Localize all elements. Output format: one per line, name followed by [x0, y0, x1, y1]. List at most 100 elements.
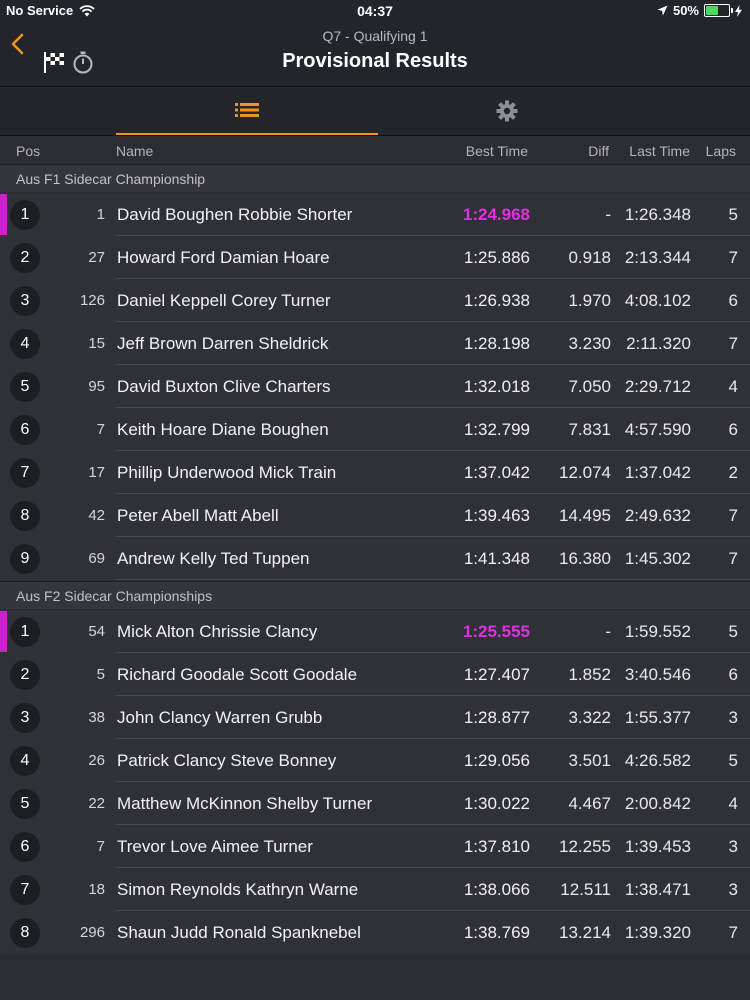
best-time: 1:28.198 [463, 334, 530, 353]
best-time: 1:26.938 [463, 291, 530, 310]
footer-area [0, 953, 750, 1000]
rider-names: David Boughen Robbie Shorter [117, 205, 353, 224]
result-row[interactable]: 5 95 David Buxton Clive Charters 1:32.018 7.… [0, 365, 750, 408]
car-number: 126 [79, 292, 105, 309]
result-row[interactable]: 2 27 Howard Ford Damian Hoare 1:25.886 0.918… [0, 236, 750, 279]
result-row[interactable]: 8 296 Shaun Judd Ronald Spanknebel 1:38.769… [0, 911, 750, 954]
lap-count: 6 [728, 291, 738, 310]
car-number: 18 [88, 881, 105, 898]
position-badge: 1 [10, 617, 40, 647]
session-subtitle: Q7 - Qualifying 1 [322, 28, 428, 44]
best-time: 1:27.407 [463, 665, 530, 684]
car-number: 26 [88, 752, 105, 769]
tab-settings[interactable] [376, 87, 638, 135]
rider-names: Howard Ford Damian Hoare [117, 248, 330, 267]
result-row[interactable]: 8 42 Peter Abell Matt Abell 1:39.463 14.495 2… [0, 494, 750, 537]
best-time: 1:25.555 [462, 622, 530, 641]
car-number: 296 [79, 924, 105, 941]
col-laps: Laps [705, 143, 736, 159]
car-number: 69 [88, 550, 105, 567]
last-time: 4:57.590 [624, 420, 691, 439]
result-row[interactable]: 1 1 David Boughen Robbie Shorter 1:24.968 -1… [0, 193, 750, 236]
col-last-time: Last Time [629, 143, 690, 159]
rider-names: Patrick Clancy Steve Bonney [117, 751, 337, 770]
best-time: 1:29.056 [463, 751, 530, 770]
result-row[interactable]: 6 7 Trevor Love Aimee Turner 1:37.810 12.255… [0, 825, 750, 868]
time-diff: 12.255 [559, 837, 611, 856]
lap-count: 3 [728, 837, 738, 856]
time-diff: 13.214 [559, 923, 611, 942]
column-header: Pos Name Best Time Diff Last Time Laps [0, 136, 750, 164]
time-diff: 7.050 [568, 377, 611, 396]
last-time: 1:39.453 [624, 837, 691, 856]
position-badge: 1 [10, 200, 40, 230]
last-time: 2:29.712 [624, 377, 691, 396]
list-icon [235, 103, 259, 117]
result-row[interactable]: 4 26 Patrick Clancy Steve Bonney 1:29.056 3.… [0, 739, 750, 782]
time-diff: 7.831 [568, 420, 611, 439]
tab-bar [0, 87, 750, 136]
car-number: 15 [88, 335, 105, 352]
position-badge: 8 [10, 918, 40, 948]
last-time: 1:55.377 [624, 708, 691, 727]
lap-count: 7 [728, 248, 738, 267]
position-badge: 5 [10, 372, 40, 402]
rider-names: Richard Goodale Scott Goodale [117, 665, 358, 684]
row-divider [116, 579, 750, 580]
car-number: 95 [88, 378, 105, 395]
last-time: 2:11.320 [626, 334, 691, 353]
lap-count: 6 [728, 665, 738, 684]
last-time: 4:08.102 [624, 291, 691, 310]
col-name: Name [116, 143, 154, 159]
result-row[interactable]: 7 18 Simon Reynolds Kathryn Warne 1:38.066 1… [0, 868, 750, 911]
result-row[interactable]: 6 7 Keith Hoare Diane Boughen 1:32.799 7.831… [0, 408, 750, 451]
last-time: 3:40.546 [624, 665, 691, 684]
result-row[interactable]: 9 69 Andrew Kelly Ted Tuppen 1:41.348 16.380… [0, 537, 750, 580]
time-diff: 1.852 [568, 665, 611, 684]
clock: 04:37 [357, 3, 393, 19]
lap-count: 5 [728, 205, 738, 224]
best-time: 1:37.810 [463, 837, 530, 856]
result-row[interactable]: 3 126 Daniel Keppell Corey Turner 1:26.938 1… [0, 279, 750, 322]
nav-bar: Q7 - Qualifying 1 Provisional Results [0, 22, 750, 87]
best-time: 1:32.799 [463, 420, 530, 439]
battery-percent: 50% [672, 3, 699, 18]
position-badge: 6 [10, 832, 40, 862]
result-row[interactable]: 7 17 Phillip Underwood Mick Train 1:37.042 1… [0, 451, 750, 494]
position-badge: 5 [10, 789, 40, 819]
result-row[interactable]: 2 5 Richard Goodale Scott Goodale 1:27.407 1… [0, 653, 750, 696]
lap-count: 5 [728, 751, 738, 770]
last-time: 1:26.348 [624, 205, 691, 224]
col-best-time: Best Time [465, 143, 528, 159]
result-row[interactable]: 1 54 Mick Alton Chrissie Clancy 1:25.555 -1:… [0, 610, 750, 653]
result-row[interactable]: 3 38 John Clancy Warren Grubb 1:28.877 3.322… [0, 696, 750, 739]
last-time: 1:37.042 [624, 463, 691, 482]
car-number: 5 [96, 666, 105, 683]
lap-count: 2 [728, 463, 738, 482]
time-diff: 3.322 [568, 708, 611, 727]
position-badge: 7 [10, 458, 40, 488]
lap-count: 6 [728, 420, 738, 439]
fastest-lap-marker [0, 611, 7, 652]
col-pos: Pos [16, 143, 41, 159]
best-time: 1:38.769 [463, 923, 530, 942]
time-diff: 1.970 [568, 291, 611, 310]
rider-names: Daniel Keppell Corey Turner [117, 291, 331, 310]
time-diff: 3.501 [568, 751, 611, 770]
tab-results-list[interactable] [116, 87, 378, 135]
last-time: 2:13.344 [624, 248, 691, 267]
lap-count: 5 [728, 622, 738, 641]
best-time: 1:28.877 [463, 708, 530, 727]
car-number: 27 [88, 249, 105, 266]
rider-names: Simon Reynolds Kathryn Warne [117, 880, 359, 899]
last-time: 1:45.302 [624, 549, 691, 568]
result-row[interactable]: 5 22 Matthew McKinnon Shelby Turner 1:30.02… [0, 782, 750, 825]
best-time: 1:37.042 [463, 463, 530, 482]
last-time: 1:39.320 [624, 923, 691, 942]
lap-count: 7 [728, 334, 738, 353]
time-diff: 12.074 [559, 463, 611, 482]
result-row[interactable]: 4 15 Jeff Brown Darren Sheldrick 1:28.198 3.… [0, 322, 750, 365]
lap-count: 7 [728, 923, 738, 942]
position-badge: 9 [10, 544, 40, 574]
best-time: 1:32.018 [463, 377, 530, 396]
